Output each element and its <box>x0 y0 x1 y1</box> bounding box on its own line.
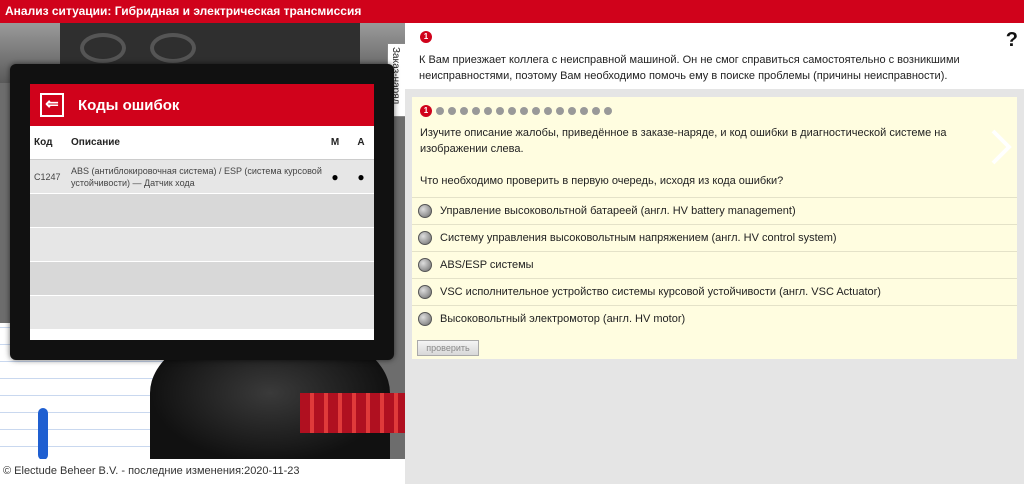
diagnostic-tablet: ⇐ Коды ошибок Код Описание М А C1247 ABS… <box>10 64 394 360</box>
table-row[interactable]: C1247 ABS (антиблокировочная система) / … <box>30 160 374 194</box>
progress-dot <box>568 107 576 115</box>
progress-dot <box>508 107 516 115</box>
fault-code-table: C1247 ABS (антиблокировочная система) / … <box>30 160 374 330</box>
progress-dot <box>472 107 480 115</box>
progress-dot <box>436 107 444 115</box>
back-arrow-icon: ⇐ <box>45 96 59 113</box>
answer-label: ABS/ESP системы <box>440 259 534 271</box>
answer-label: Систему управления высоковольтным напряж… <box>440 232 837 244</box>
progress-dot <box>496 107 504 115</box>
fault-m-indicator: ● <box>331 169 339 184</box>
next-arrow-icon[interactable] <box>987 127 1013 167</box>
intro-text: К Вам приезжает коллега с неисправной ма… <box>419 54 960 82</box>
radio-icon[interactable] <box>418 285 432 299</box>
radio-icon[interactable] <box>418 312 432 326</box>
car-body-image <box>300 393 405 433</box>
window-title: Анализ ситуации: Гибридная и электрическ… <box>0 0 1024 23</box>
progress-dot <box>592 107 600 115</box>
question-card: 1 Изучите описание жалобы, приведённое в… <box>412 97 1017 359</box>
radio-icon[interactable] <box>418 204 432 218</box>
answer-option[interactable]: ABS/ESP системы <box>412 251 1017 278</box>
progress-dot <box>544 107 552 115</box>
column-code: Код <box>34 137 53 148</box>
radio-icon[interactable] <box>418 258 432 272</box>
question-step-badge: 1 <box>420 105 432 117</box>
progress-dot <box>580 107 588 115</box>
column-a: А <box>357 137 365 148</box>
progress-dot <box>604 107 612 115</box>
radio-icon[interactable] <box>418 231 432 245</box>
question-prompt: Что необходимо проверить в первую очеред… <box>420 175 784 187</box>
answer-label: VSC исполнительное устройство системы ку… <box>440 286 881 298</box>
progress-dots: 1 <box>420 105 612 117</box>
tablet-header: ⇐ Коды ошибок <box>30 84 374 126</box>
fault-description: ABS (антиблокировочная система) / ESP (с… <box>71 165 322 188</box>
task-panel: 1 К Вам приезжает коллега с неисправной … <box>405 23 1024 484</box>
engine-part-icon <box>80 33 126 63</box>
answer-options: Управление высоковольтной батареей (англ… <box>412 197 1017 332</box>
table-row <box>30 296 374 330</box>
intro-step-badge: 1 <box>420 31 432 43</box>
help-icon[interactable]: ? <box>1006 29 1018 52</box>
tablet-title: Коды ошибок <box>78 96 180 114</box>
progress-dot <box>448 107 456 115</box>
fault-a-indicator: ● <box>357 169 365 184</box>
progress-dot <box>460 107 468 115</box>
question-text: Изучите описание жалобы, приведённое в з… <box>420 127 947 155</box>
back-button[interactable]: ⇐ <box>40 93 64 117</box>
progress-dot <box>556 107 564 115</box>
answer-option[interactable]: Систему управления высоковольтным напряж… <box>412 224 1017 251</box>
check-button[interactable]: проверить <box>417 340 479 356</box>
pen-icon <box>38 408 48 459</box>
tablet-screen: ⇐ Коды ошибок Код Описание М А C1247 ABS… <box>30 84 374 340</box>
engine-part-icon <box>150 33 196 63</box>
table-header: Код Описание М А <box>30 126 374 160</box>
progress-dot <box>532 107 540 115</box>
column-m: М <box>330 137 340 148</box>
progress-dot <box>520 107 528 115</box>
answer-label: Высоковольтный электромотор (англ. HV mo… <box>440 313 686 325</box>
answer-label: Управление высоковольтной батареей (англ… <box>440 205 796 217</box>
table-row <box>30 194 374 228</box>
fault-code: C1247 <box>34 171 61 182</box>
table-row <box>30 262 374 296</box>
intro-section: 1 К Вам приезжает коллега с неисправной … <box>405 23 1024 89</box>
answer-option[interactable]: VSC исполнительное устройство системы ку… <box>412 278 1017 305</box>
copyright: © Electude Beheer B.V. - последние измен… <box>3 465 300 477</box>
answer-option[interactable]: Высоковольтный электромотор (англ. HV mo… <box>412 305 1017 332</box>
column-description: Описание <box>71 137 120 148</box>
answer-option[interactable]: Управление высоковольтной батареей (англ… <box>412 197 1017 224</box>
progress-dot <box>484 107 492 115</box>
table-row <box>30 228 374 262</box>
